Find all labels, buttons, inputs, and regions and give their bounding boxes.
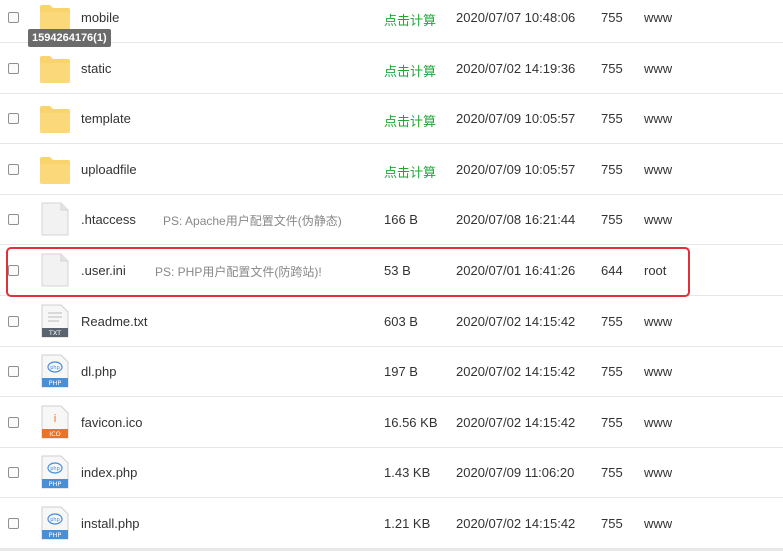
modified-time: 2020/07/08 16:21:44	[456, 212, 576, 228]
row-checkbox[interactable]	[8, 366, 19, 378]
owner[interactable]: www	[644, 111, 672, 126]
php-file-icon[interactable]: php PHP	[41, 506, 73, 542]
modified-time: 2020/07/02 14:15:42	[456, 414, 576, 430]
permission[interactable]: 755	[601, 61, 623, 76]
php-file-icon[interactable]: php PHP	[41, 455, 73, 491]
file-row[interactable]: template 点击计算 2020/07/09 10:05:57 755 www	[0, 94, 783, 145]
owner[interactable]: www	[644, 162, 672, 177]
file-size: 603 B	[384, 313, 418, 329]
file-remark: PS: PHP用户配置文件(防跨站)!	[155, 265, 322, 279]
modified-time: 2020/07/01 16:41:26	[456, 263, 576, 278]
modified-time: 2020/07/09 10:05:57	[456, 161, 576, 177]
owner[interactable]: www	[644, 415, 672, 430]
file-size: 197 B	[384, 364, 418, 380]
row-checkbox[interactable]	[8, 265, 19, 276]
file-row[interactable]: mobile 点击计算 2020/07/07 10:48:06 755 www	[0, 0, 783, 43]
file-row[interactable]: php PHP install.php 1.21 KB 2020/07/02 14:15…	[0, 499, 783, 549]
file-icon[interactable]	[41, 202, 73, 238]
permission[interactable]: 755	[601, 10, 623, 25]
file-name[interactable]: .htaccess	[81, 212, 136, 227]
file-name[interactable]: install.php	[81, 516, 140, 531]
owner[interactable]: www	[644, 10, 672, 25]
modified-time: 2020/07/02 14:15:42	[456, 364, 576, 380]
svg-text:php: php	[50, 517, 60, 523]
permission[interactable]: 755	[601, 465, 623, 480]
file-row[interactable]: uploadfile 点击计算 2020/07/09 10:05:57 755 www	[0, 145, 783, 195]
file-name[interactable]: .user.ini	[81, 263, 126, 278]
row-checkbox[interactable]	[8, 163, 19, 175]
permission[interactable]: 644	[601, 263, 623, 278]
modified-time: 2020/07/02 14:15:42	[456, 516, 576, 531]
file-remark: PS: Apache用户配置文件(伪静态)	[163, 214, 342, 229]
owner[interactable]: root	[644, 263, 666, 278]
calculate-size-link[interactable]: 点击计算	[384, 10, 436, 29]
svg-text:php: php	[50, 365, 60, 371]
txt-file-icon[interactable]: TXT	[41, 304, 73, 340]
owner[interactable]: www	[644, 364, 672, 379]
svg-text:PHP: PHP	[49, 531, 62, 539]
file-name[interactable]: favicon.ico	[81, 415, 142, 430]
tooltip: 1594264176(1)	[28, 29, 111, 47]
file-row[interactable]: .htaccess PS: Apache用户配置文件(伪静态) 166 B 2020/…	[0, 195, 783, 246]
file-row[interactable]: php PHP index.php 1.43 KB 2020/07/09 11:06:2…	[0, 448, 783, 499]
modified-time: 2020/07/09 10:05:57	[456, 111, 576, 127]
svg-text:php: php	[50, 466, 60, 472]
permission[interactable]: 755	[601, 111, 623, 126]
row-checkbox[interactable]	[8, 12, 19, 23]
svg-text:ICO: ICO	[49, 430, 61, 438]
svg-text:i: i	[53, 412, 56, 425]
svg-text:PHP: PHP	[49, 379, 62, 387]
file-name[interactable]: index.php	[81, 465, 137, 480]
permission[interactable]: 755	[601, 516, 623, 531]
file-name[interactable]: dl.php	[81, 364, 116, 379]
row-checkbox[interactable]	[8, 315, 19, 327]
file-size: 1.21 KB	[384, 516, 431, 531]
file-row[interactable]: .user.ini PS: PHP用户配置文件(防跨站)! 53 B 2020/07/…	[0, 246, 783, 296]
calculate-size-link[interactable]: 点击计算	[384, 162, 436, 181]
file-row[interactable]: php PHP dl.php 197 B 2020/07/02 14:15:42 755 w…	[0, 347, 783, 398]
folder-icon[interactable]	[39, 54, 71, 90]
permission[interactable]: 755	[601, 415, 623, 430]
owner[interactable]: www	[644, 61, 672, 76]
modified-time: 2020/07/02 14:15:42	[456, 313, 576, 329]
owner[interactable]: www	[644, 516, 672, 531]
file-icon[interactable]	[41, 253, 73, 289]
file-size: 166 B	[384, 212, 418, 228]
permission[interactable]: 755	[601, 364, 623, 379]
calculate-size-link[interactable]: 点击计算	[384, 61, 436, 80]
file-size: 53 B	[384, 263, 411, 278]
file-name[interactable]: static	[81, 61, 111, 76]
svg-text:PHP: PHP	[49, 480, 62, 488]
calculate-size-link[interactable]: 点击计算	[384, 111, 436, 130]
file-size: 16.56 KB	[384, 414, 438, 430]
modified-time: 2020/07/09 11:06:20	[456, 465, 575, 481]
file-name[interactable]: mobile	[81, 10, 119, 25]
svg-text:TXT: TXT	[48, 329, 61, 337]
row-checkbox[interactable]	[8, 113, 19, 125]
file-row[interactable]: TXT Readme.txt 603 B 2020/07/02 14:15:42 755…	[0, 297, 783, 347]
ico-file-icon[interactable]: i ICO	[41, 405, 73, 441]
row-checkbox[interactable]	[8, 518, 19, 529]
permission[interactable]: 755	[601, 212, 623, 227]
modified-time: 2020/07/07 10:48:06	[456, 10, 576, 25]
owner[interactable]: www	[644, 314, 672, 329]
row-checkbox[interactable]	[8, 214, 19, 226]
row-checkbox[interactable]	[8, 416, 19, 428]
folder-icon[interactable]	[39, 104, 71, 140]
owner[interactable]: www	[644, 465, 672, 480]
file-size: 1.43 KB	[384, 465, 431, 481]
file-row[interactable]: i ICO favicon.ico 16.56 KB 2020/07/02 14:15:…	[0, 398, 783, 448]
owner[interactable]: www	[644, 212, 672, 227]
file-name[interactable]: Readme.txt	[81, 314, 147, 329]
file-name[interactable]: uploadfile	[81, 162, 137, 177]
file-row[interactable]: static 点击计算 2020/07/02 14:19:36 755 www	[0, 44, 783, 94]
folder-icon[interactable]	[39, 155, 71, 191]
permission[interactable]: 755	[601, 314, 623, 329]
modified-time: 2020/07/02 14:19:36	[456, 60, 576, 76]
php-file-icon[interactable]: php PHP	[41, 354, 73, 390]
permission[interactable]: 755	[601, 162, 623, 177]
row-checkbox[interactable]	[8, 62, 19, 74]
file-name[interactable]: template	[81, 111, 131, 126]
row-checkbox[interactable]	[8, 467, 19, 479]
